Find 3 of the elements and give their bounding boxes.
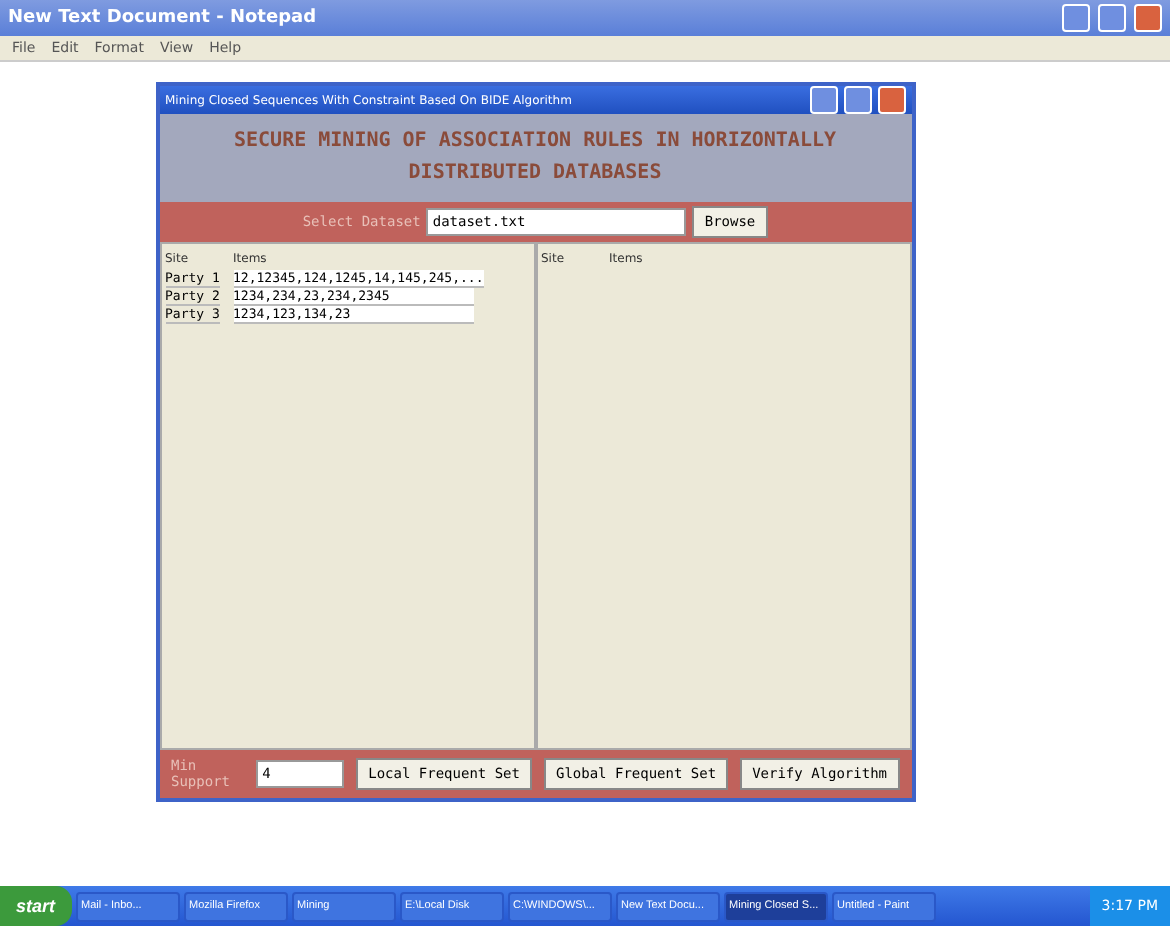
app-heading: SECURE MINING OF ASSOCIATION RULES IN HORIZONTALLY DISTRIBUTED DATABASES: [231, 128, 839, 188]
start-button[interactable]: start: [0, 886, 72, 926]
window-title: New Text Document - Notepad: [8, 8, 317, 28]
